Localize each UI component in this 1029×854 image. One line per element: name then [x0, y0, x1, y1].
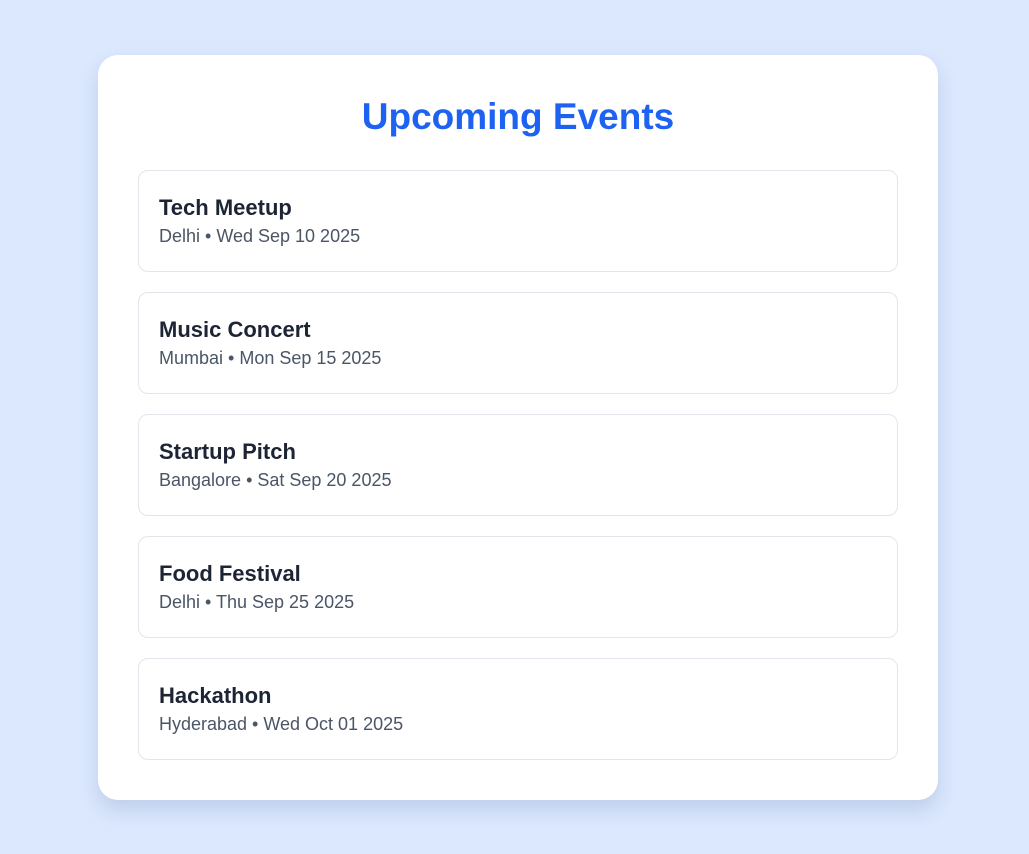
event-item-music-concert[interactable]: Music Concert Mumbai • Mon Sep 15 2025 [138, 292, 898, 394]
event-location-date: Delhi • Thu Sep 25 2025 [159, 592, 355, 612]
event-name: Startup Pitch [159, 439, 296, 464]
event-name: Music Concert [159, 317, 311, 342]
events-card: Upcoming Events Tech Meetup Delhi • Wed … [98, 55, 938, 800]
event-name: Food Festival [159, 561, 301, 586]
event-item-hackathon[interactable]: Hackathon Hyderabad • Wed Oct 01 2025 [138, 658, 898, 760]
event-item-tech-meetup[interactable]: Tech Meetup Delhi • Wed Sep 10 2025 [138, 170, 898, 272]
event-name: Tech Meetup [159, 195, 292, 220]
event-location-date: Hyderabad • Wed Oct 01 2025 [159, 714, 404, 734]
event-location-date: Bangalore • Sat Sep 20 2025 [159, 470, 392, 490]
event-location-date: Mumbai • Mon Sep 15 2025 [159, 348, 382, 368]
event-list: Tech Meetup Delhi • Wed Sep 10 2025 Musi… [138, 170, 898, 760]
event-location-date: Delhi • Wed Sep 10 2025 [159, 226, 361, 246]
event-name: Hackathon [159, 683, 272, 708]
event-item-startup-pitch[interactable]: Startup Pitch Bangalore • Sat Sep 20 202… [138, 414, 898, 516]
page-title: Upcoming Events [361, 96, 675, 137]
event-item-food-festival[interactable]: Food Festival Delhi • Thu Sep 25 2025 [138, 536, 898, 638]
